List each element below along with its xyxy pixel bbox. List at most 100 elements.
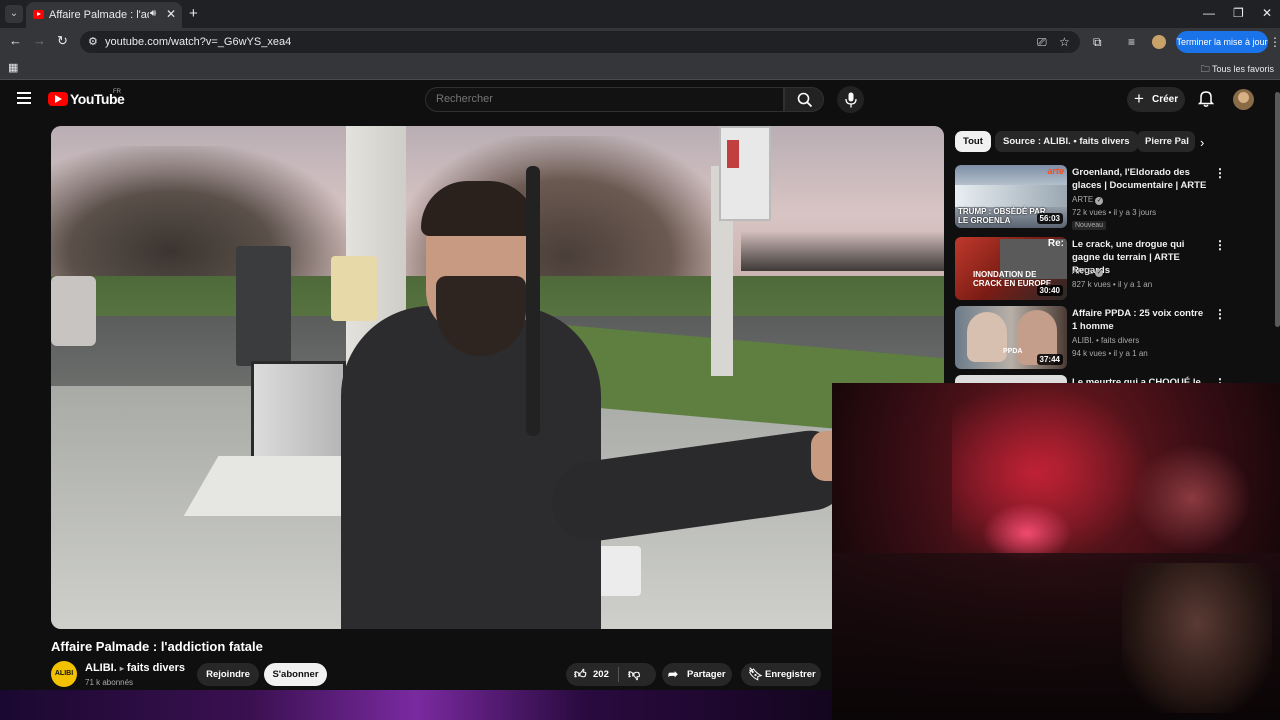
recommendation-item[interactable]: arte TRUMP : OBSÉDÉ PAR LE GROENLA 56:03… [955,165,1226,231]
recommendation-meta: 827 k vues • il y a 1 an [1072,280,1153,289]
recommendation-meta: 72 k vues • il y a 3 jours [1072,208,1157,217]
save-button[interactable]: 🔖︎ Enregistrer [741,663,821,686]
video-thumbnail[interactable]: PPDA 37:44 [955,306,1067,369]
recommendation-title[interactable]: Affaire PPDA : 25 voix contre 1 homme [1072,307,1210,333]
save-label: Enregistrer [765,669,816,680]
bookmarks-bar: ▦ 🗀 Tous les favoris [0,56,1280,80]
join-button[interactable]: Rejoindre [197,663,259,686]
browser-tab-bar: ⌄ Affaire Palmade : l'addictio 🔊︎ ✕ + — … [0,0,1280,28]
search-icon [797,92,813,108]
video-trees-right [741,231,944,271]
reading-list-icon[interactable]: ≡ [1128,35,1135,49]
share-icon: ➦ [668,667,679,681]
more-options-icon[interactable]: ⋮ [1214,238,1226,252]
browser-toolbar: ← → ↻ ⚙ youtube.com/watch?v=_G6wYS_xea4 … [0,28,1280,56]
video-trees-left [51,146,351,296]
share-button[interactable]: ➦ Partager [662,663,732,686]
reload-icon[interactable]: ↻ [57,33,68,49]
browser-tab-active[interactable]: Affaire Palmade : l'addictio 🔊︎ ✕ [26,2,182,28]
new-badge: Nouveau [1072,221,1107,230]
thumbs-down-icon[interactable]: 👎︎ [628,663,640,686]
video-duration: 37:44 [1036,354,1063,365]
tab-search-button[interactable]: ⌄ [5,5,23,23]
recommendation-channel[interactable]: ARTE ✓ [1072,267,1104,277]
back-arrow-icon[interactable]: ← [9,33,22,48]
profile-avatar[interactable] [1152,35,1166,49]
thumbs-up-icon[interactable]: 👍︎ [574,663,587,686]
video-paper-dispenser [331,256,377,321]
thumb-caption: TRUMP : OBSÉDÉ PAR LE GROENLA [958,207,1046,225]
update-button[interactable]: Terminer la mise à jour [1176,31,1268,53]
channel-avatar[interactable]: ALIBI [51,661,77,687]
video-thumbnail[interactable]: Re: INONDATION DE CRACK EN EUROPE 30:40 [955,237,1067,300]
notifications-bell-icon[interactable] [1198,90,1214,108]
chevron-right-icon[interactable]: › [1200,135,1204,150]
video-car [51,276,96,346]
forward-arrow-icon[interactable]: → [33,33,46,48]
create-button[interactable]: + Créer [1127,87,1185,112]
video-thumbnail[interactable]: arte TRUMP : OBSÉDÉ PAR LE GROENLA 56:03 [955,165,1067,228]
video-price-sign [719,126,771,221]
window-close-icon[interactable]: ✕ [1262,6,1272,20]
speaker-icon[interactable]: 🔊︎ [150,8,156,19]
apps-grid-icon[interactable]: ▦ [8,61,18,74]
hamburger-menu-icon[interactable] [17,92,31,104]
subscribe-button[interactable]: S'abonner [264,663,327,686]
separator-icon: ▸ [119,664,124,673]
channel-name-label: ALIBI. [85,662,117,674]
thumb-caption: PPDA [1003,348,1023,355]
recommendation-item[interactable]: Re: INONDATION DE CRACK EN EUROPE 30:40 … [955,237,1226,303]
recommendation-channel[interactable]: ALIBI. • faits divers [1072,336,1139,345]
country-code: FR [113,89,121,95]
filter-chips: Tout Source : ALIBI. • faits divers Pier… [955,131,1220,153]
verified-icon: ✓ [1095,269,1104,277]
search-button[interactable] [784,87,824,112]
extensions-icon[interactable]: ⧉ [1093,35,1102,50]
site-info-icon[interactable]: ⚙ [88,35,98,48]
cast-icon[interactable]: ⎚ [1037,35,1047,50]
like-count: 202 [593,669,609,680]
url-text[interactable]: youtube.com/watch?v=_G6wYS_xea4 [105,36,291,48]
channel-tag: faits divers [126,662,186,674]
voice-search-button[interactable] [837,86,864,113]
video-player[interactable] [51,126,944,629]
overlay-bottom-strip [0,690,832,720]
youtube-favicon-icon [33,10,44,19]
search-input[interactable] [436,93,766,105]
like-dislike-group[interactable]: 👍︎ 202 👎︎ [566,663,656,686]
all-bookmarks-link[interactable]: 🗀 Tous les favoris [1201,62,1274,78]
youtube-logo-icon[interactable] [48,92,68,106]
divider [618,667,619,682]
bookmark-icon: 🔖︎ [748,667,764,681]
recommendation-channel-name: ARTE [1072,267,1094,276]
bookmark-star-icon[interactable]: ☆ [1059,35,1070,49]
webcam-overlay [832,383,1280,720]
recommendation-item[interactable]: PPDA 37:44 Affaire PPDA : 25 voix contre… [955,306,1226,372]
recommendation-meta: 94 k vues • il y a 1 an [1072,349,1148,358]
minimize-icon[interactable]: — [1203,6,1215,20]
thumb-logo: Re: [1047,238,1064,249]
recommendation-title[interactable]: Groenland, l'Eldorado des glaces | Docum… [1072,166,1210,192]
video-duration: 30:40 [1036,285,1063,296]
page-scrollbar[interactable] [1275,92,1280,327]
user-avatar[interactable] [1233,89,1254,110]
more-menu-icon[interactable]: ⋮ [1269,35,1280,49]
recommendation-channel[interactable]: ARTE ✓ [1072,195,1104,205]
microphone-icon [845,92,857,108]
video-fuel-pump-head [236,246,291,366]
tab-close-icon[interactable]: ✕ [166,7,176,21]
share-label: Partager [687,669,726,680]
more-options-icon[interactable]: ⋮ [1214,166,1226,180]
chip-pierre-palmade[interactable]: Pierre Pal [1137,131,1195,152]
new-tab-icon[interactable]: + [189,5,198,22]
search-box[interactable] [425,87,784,112]
video-duration: 56:03 [1036,213,1063,224]
channel-name[interactable]: ALIBI. ▸ faits divers [85,662,185,674]
thumb-logo: arte [1047,166,1064,176]
chip-all[interactable]: Tout [955,131,991,152]
address-bar[interactable]: ⚙ youtube.com/watch?v=_G6wYS_xea4 [80,31,1080,53]
more-options-icon[interactable]: ⋮ [1214,307,1226,321]
chip-source[interactable]: Source : ALIBI. • faits divers [995,131,1138,152]
maximize-icon[interactable]: ❐ [1233,6,1244,20]
tab-title: Affaire Palmade : l'addictio [49,9,149,21]
